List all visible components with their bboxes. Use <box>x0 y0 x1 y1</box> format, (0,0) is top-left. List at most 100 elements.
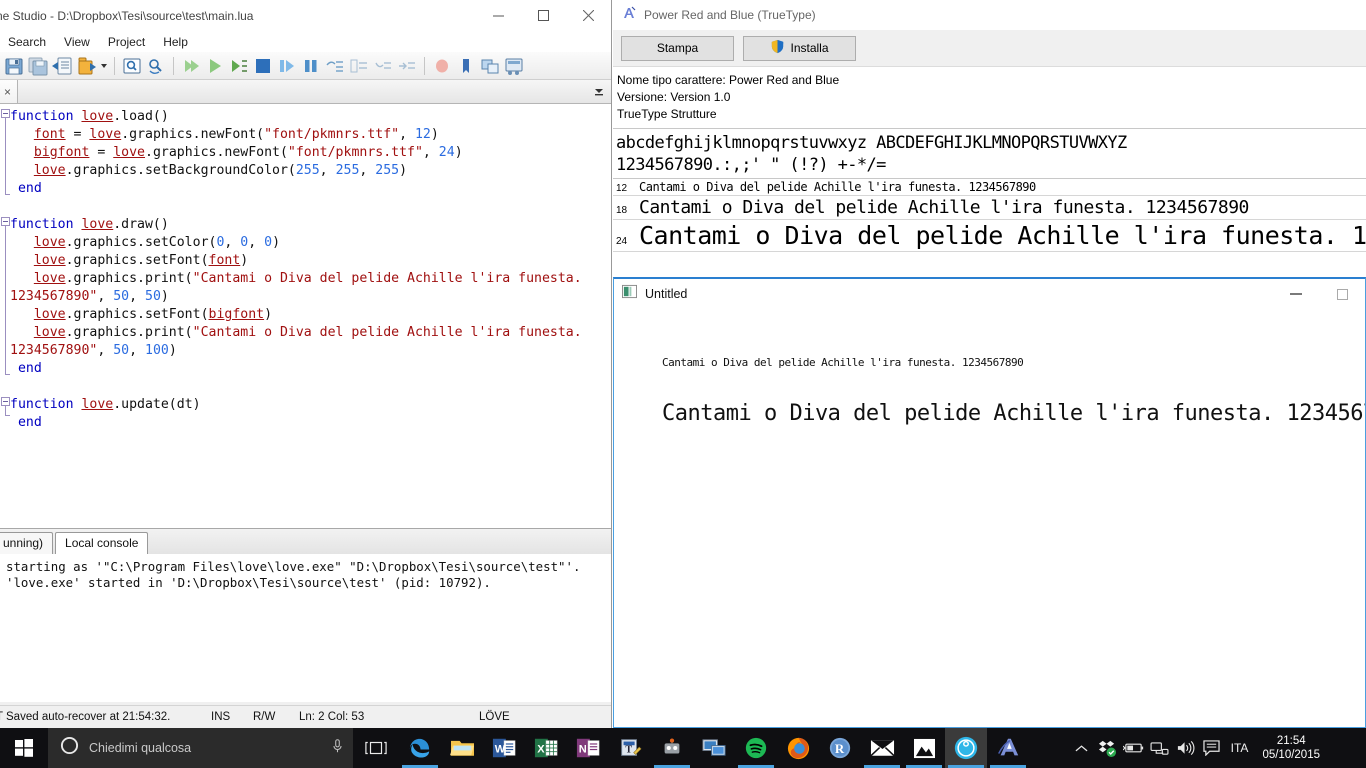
show-hidden-icons[interactable] <box>1069 728 1095 768</box>
code-line: end <box>10 180 609 198</box>
menu-item-help[interactable]: Help <box>154 33 197 51</box>
console-tab-output[interactable]: unning) <box>0 532 54 554</box>
local-console-icon[interactable] <box>503 55 525 77</box>
action-center-icon[interactable] <box>1199 728 1225 768</box>
microphone-icon[interactable] <box>330 738 345 759</box>
trace3-icon[interactable] <box>372 55 394 77</box>
start-button[interactable] <box>0 728 48 768</box>
project-icon[interactable] <box>479 55 501 77</box>
taskbar-app-excel[interactable]: X <box>525 728 567 768</box>
step-over-icon[interactable] <box>276 55 298 77</box>
step-into-icon[interactable] <box>228 55 250 77</box>
bookmark-icon[interactable] <box>455 55 477 77</box>
code-content[interactable]: function love.load() font = love.graphic… <box>10 108 609 432</box>
console-output[interactable]: starting as '"C:\Program Files\love\love… <box>0 554 611 702</box>
fold-marker[interactable] <box>1 217 10 226</box>
taskbar-app-file-explorer[interactable] <box>441 728 483 768</box>
code-editor[interactable]: function love.load() font = love.graphic… <box>0 104 611 528</box>
sample-size-label: 18 <box>616 205 628 216</box>
indent-out-icon[interactable] <box>75 55 97 77</box>
taskbar-app-word[interactable]: W <box>483 728 525 768</box>
taskbar-app-mail[interactable] <box>861 728 903 768</box>
menu-item-project[interactable]: Project <box>99 33 154 51</box>
network-icon[interactable] <box>1147 728 1173 768</box>
trace2-icon[interactable] <box>348 55 370 77</box>
tab-list-dropdown-icon[interactable] <box>593 80 605 104</box>
editor-tab-bar: × <box>0 80 611 104</box>
close-icon[interactable] <box>566 0 611 31</box>
indent-in-icon[interactable] <box>51 55 73 77</box>
dropbox-icon[interactable] <box>1095 728 1121 768</box>
menu-item-view[interactable]: View <box>55 33 99 51</box>
taskbar-app-remote-desktop[interactable] <box>693 728 735 768</box>
chevron-down-icon[interactable] <box>99 55 108 77</box>
code-token: love <box>81 217 114 232</box>
trace-icon[interactable] <box>324 55 346 77</box>
taskbar-app-zerobrane-studio[interactable] <box>987 728 1029 768</box>
fold-margin[interactable] <box>0 104 10 528</box>
find-icon[interactable] <box>121 55 143 77</box>
taskbar-app-edge[interactable] <box>399 728 441 768</box>
maximize-icon[interactable] <box>521 0 566 31</box>
sample-text: Cantami o Diva del pelide Achille l'ira … <box>639 197 1249 218</box>
font-window-title: Power Red and Blue (TrueType) <box>644 8 816 22</box>
maximize-icon[interactable] <box>1319 279 1365 309</box>
save-icon[interactable] <box>3 55 25 77</box>
love-canvas[interactable]: Cantami o Diva del pelide Achille l'ira … <box>614 310 1365 727</box>
breakpoint-icon[interactable] <box>431 55 453 77</box>
code-line: love.graphics.setFont(bigfont) <box>10 306 609 324</box>
fold-marker[interactable] <box>1 397 10 406</box>
taskbar-app-robot[interactable] <box>651 728 693 768</box>
minimize-icon[interactable] <box>476 0 521 31</box>
code-token: ) <box>454 145 463 160</box>
console-tab-bar: unning) Local console <box>0 528 611 554</box>
taskbar-app-photos[interactable] <box>903 728 945 768</box>
taskbar-app-spotify[interactable] <box>735 728 777 768</box>
task-view-button[interactable] <box>353 728 399 768</box>
volume-icon[interactable] <box>1173 728 1199 768</box>
code-line: function love.draw() <box>10 216 609 234</box>
editor-tab-main-lua[interactable]: × <box>0 80 19 103</box>
taskbar-app-firefox[interactable] <box>777 728 819 768</box>
battery-icon[interactable] <box>1121 728 1147 768</box>
code-token: ) <box>399 163 408 178</box>
tab-close-icon[interactable]: × <box>4 85 11 99</box>
svg-text:X: X <box>537 744 545 756</box>
font-sample-row: 18 Cantami o Diva del pelide Achille l'i… <box>613 196 1366 220</box>
fold-line <box>5 118 6 194</box>
console-tab-local-console[interactable]: Local console <box>55 532 149 554</box>
code-token: ) <box>168 343 177 358</box>
save-all-icon[interactable] <box>27 55 49 77</box>
taskbar-app-love2d[interactable] <box>945 728 987 768</box>
taskbar-app-font-tool[interactable]: T <box>609 728 651 768</box>
taskbar-app-rstudio[interactable]: R <box>819 728 861 768</box>
pause-icon[interactable] <box>300 55 322 77</box>
stop-icon[interactable] <box>252 55 274 77</box>
code-token: .update(dt) <box>113 397 201 412</box>
alphabet-digits-symbols: 1234567890.:,;' " (!?) +-*/= <box>616 155 886 175</box>
menu-item-search[interactable]: Search <box>2 33 55 51</box>
print-button[interactable]: Stampa <box>621 35 734 61</box>
show-desktop-button[interactable] <box>1332 728 1362 768</box>
code-token: function <box>10 217 82 232</box>
language-indicator[interactable]: ITA <box>1225 741 1259 755</box>
code-token: .graphics.print( <box>65 271 193 286</box>
run-icon[interactable] <box>204 55 226 77</box>
font-window-title-bar: Power Red and Blue (TrueType) <box>613 0 1366 30</box>
code-token: 12 <box>414 127 431 142</box>
fold-marker[interactable] <box>1 109 10 118</box>
code-token: , <box>399 127 415 142</box>
find-replace-icon[interactable] <box>145 55 167 77</box>
clock[interactable]: 21:54 05/10/2015 <box>1258 734 1332 762</box>
minimize-icon[interactable] <box>1273 279 1319 309</box>
desktop: ne Studio - D:\Dropbox\Tesi\source\test\… <box>0 0 1366 768</box>
ide-menu-bar: Search View Project Help <box>0 31 611 52</box>
install-button[interactable]: Installa <box>743 35 856 61</box>
code-token: 255 <box>335 163 360 178</box>
run-fast-icon[interactable] <box>180 55 202 77</box>
cortana-search-box[interactable]: Chiedimi qualcosa <box>48 728 353 768</box>
trace4-icon[interactable] <box>396 55 418 77</box>
taskbar-app-onenote[interactable]: N <box>567 728 609 768</box>
